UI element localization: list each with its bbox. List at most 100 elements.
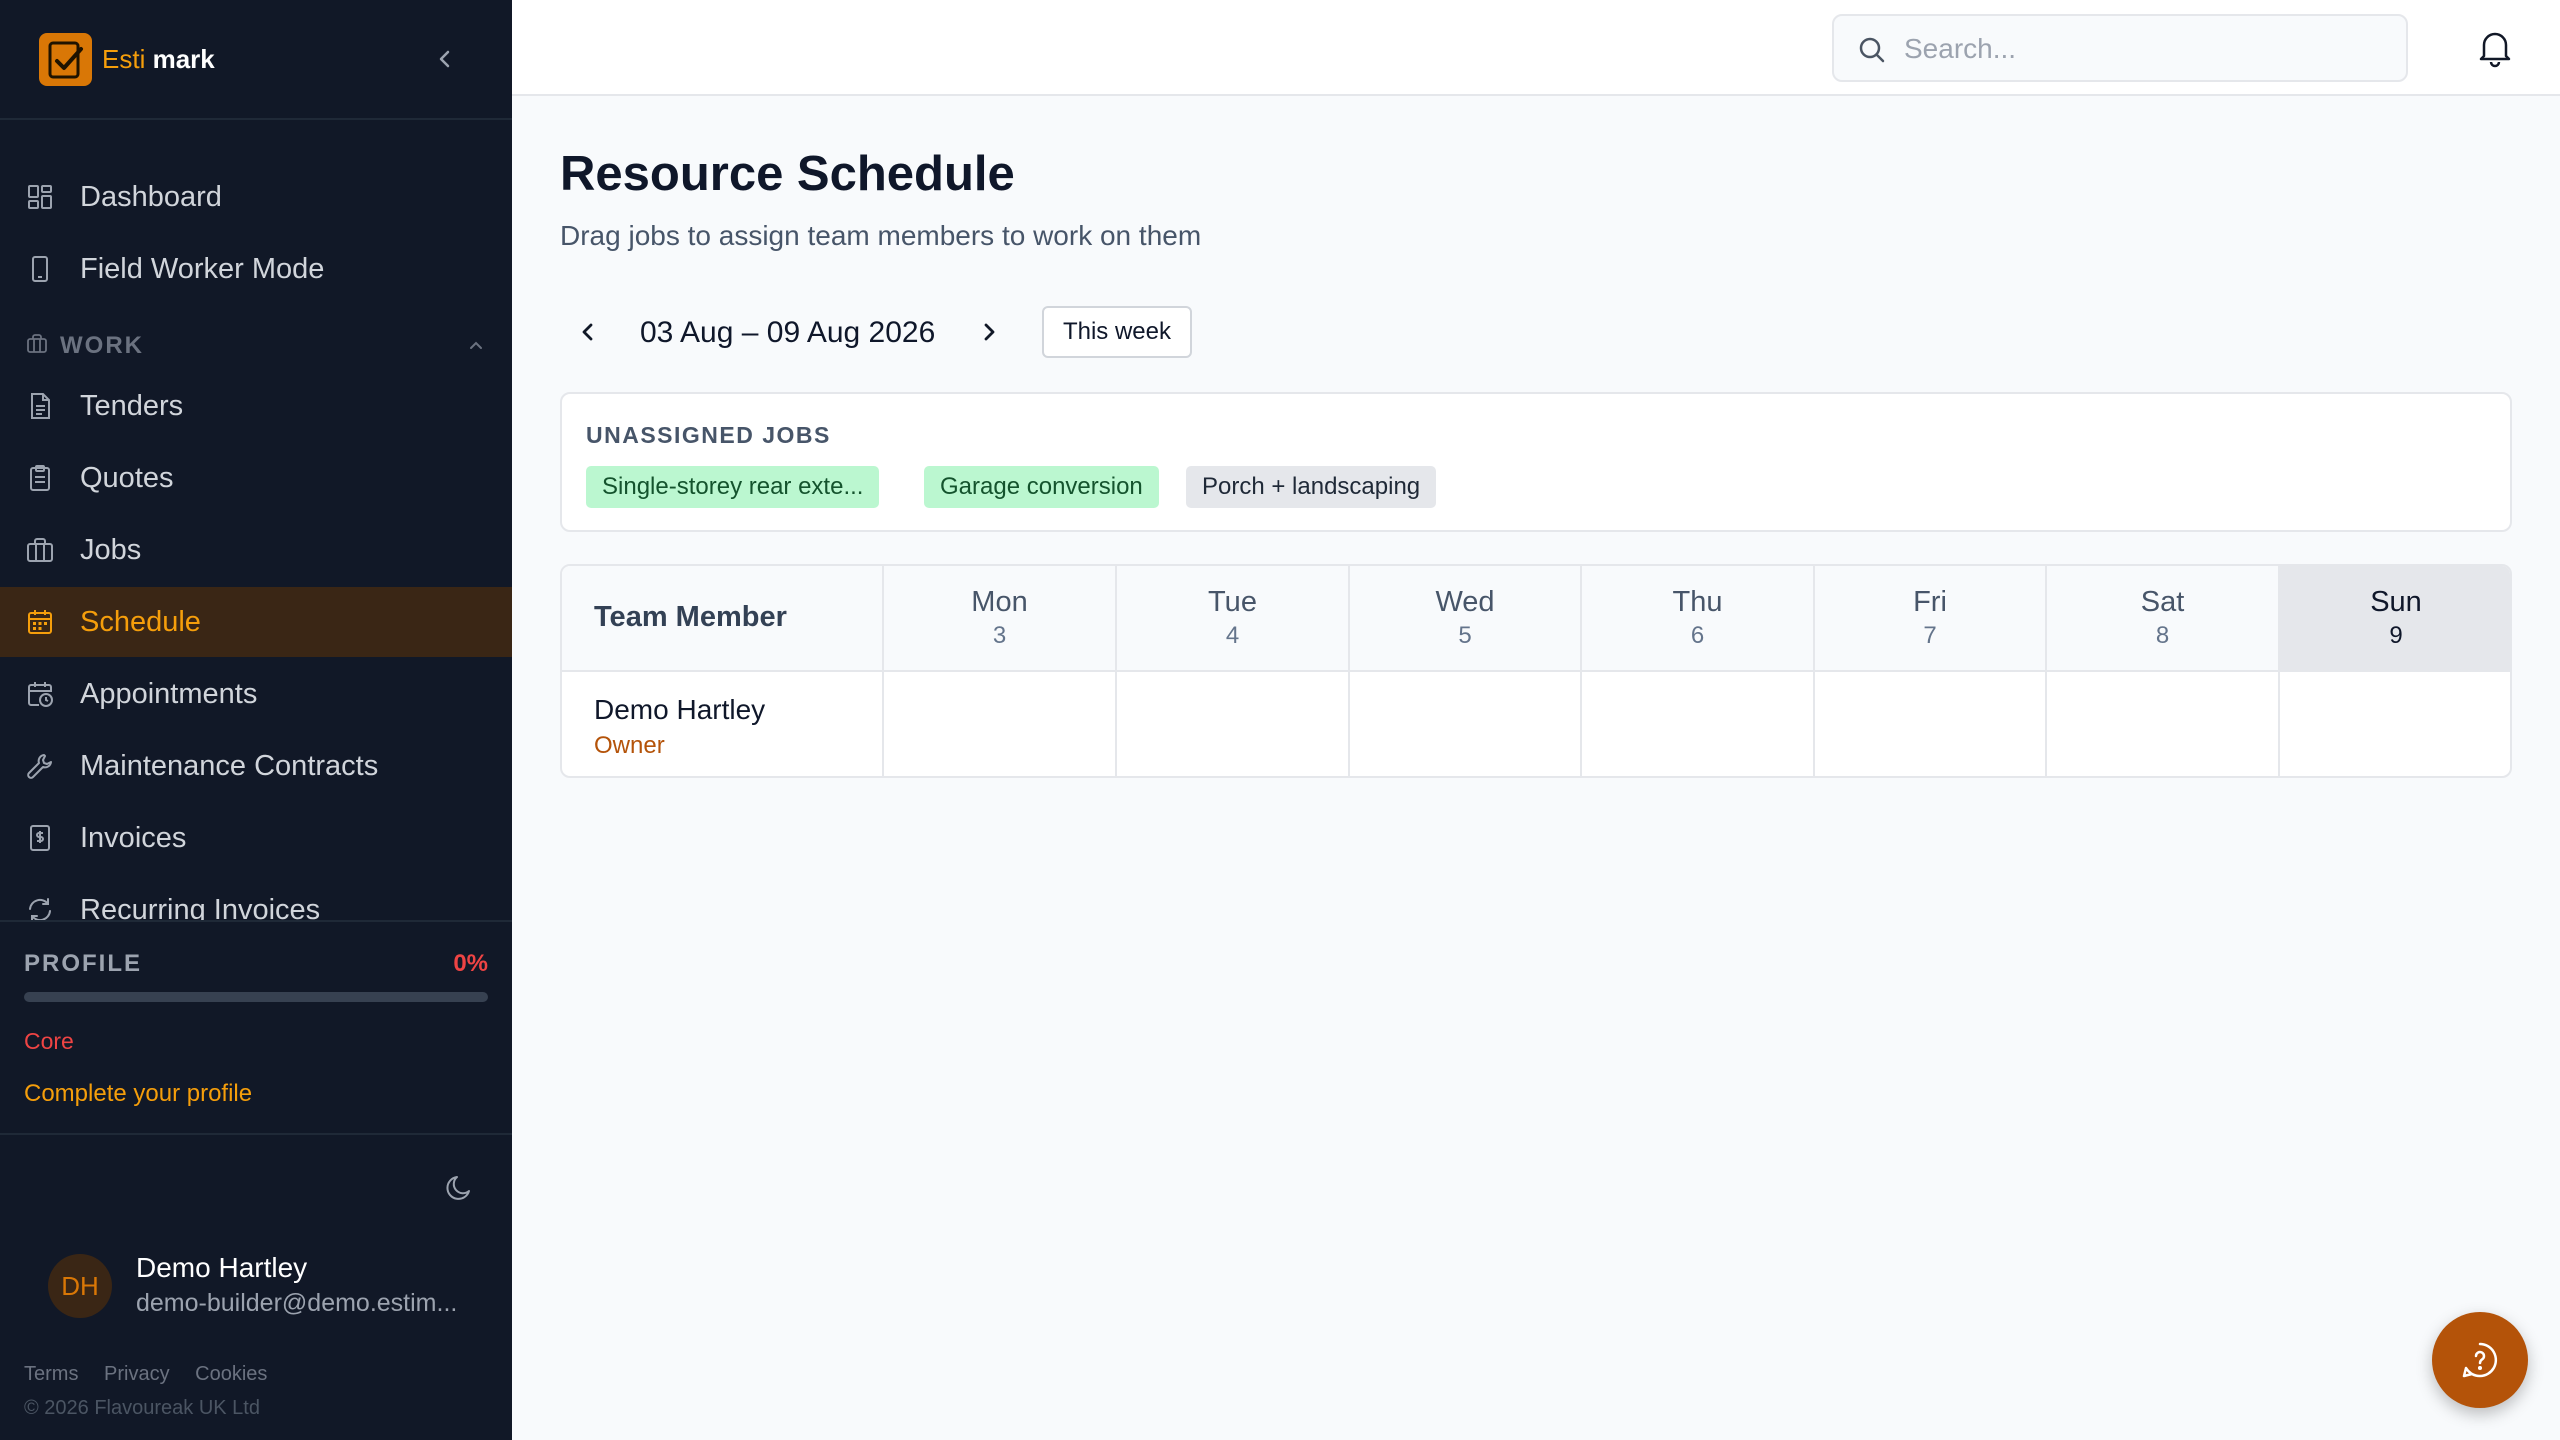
profile-progress-bar <box>24 992 488 1002</box>
grid-icon <box>25 182 55 212</box>
receipt-icon <box>25 823 55 853</box>
day-date: 7 <box>1923 622 1937 649</box>
day-date: 6 <box>1690 622 1705 649</box>
team-member-name: Demo Hartley <box>594 694 766 725</box>
sidebar-item-label: Invoices <box>80 821 187 854</box>
day-date: 4 <box>1225 622 1240 649</box>
sidebar-item-tenders[interactable]: Tenders <box>0 371 512 441</box>
document-icon <box>25 391 55 421</box>
day-date: 3 <box>992 622 1007 649</box>
page-title: Resource Schedule <box>560 147 1015 201</box>
phone-icon <box>25 254 55 284</box>
footer-links: Terms Privacy Cookies <box>24 1363 287 1386</box>
chat-help-icon <box>2462 1342 2498 1378</box>
user-name: Demo Hartley <box>136 1252 308 1283</box>
sidebar-nav: Dashboard Field Worker Mode WORK Tenders <box>0 140 512 920</box>
sidebar-item-appointments[interactable]: Appointments <box>0 659 512 729</box>
schedule-slot[interactable] <box>1815 672 2047 776</box>
profile-percent: 0% <box>453 950 488 977</box>
complete-profile-link[interactable]: Complete your profile <box>24 1080 252 1108</box>
brand-name[interactable]: Esti mark <box>102 44 215 75</box>
briefcase-icon <box>25 332 49 356</box>
theme-toggle-button[interactable] <box>443 1170 477 1204</box>
wrench-icon <box>25 751 55 781</box>
user-email: demo-builder@demo.estim... <box>136 1289 458 1317</box>
cookies-link[interactable]: Cookies <box>195 1363 267 1385</box>
sidebar-item-schedule[interactable]: Schedule <box>0 587 512 657</box>
search-icon <box>1856 34 1888 66</box>
search-input[interactable] <box>1904 28 2384 70</box>
schedule-slot[interactable] <box>2047 672 2280 776</box>
team-member-header: Team Member <box>562 566 884 672</box>
job-chip[interactable]: Porch + landscaping <box>1186 466 1437 508</box>
team-member-header-label: Team Member <box>594 601 787 633</box>
avatar[interactable]: DH <box>48 1254 112 1318</box>
unassigned-jobs-panel: UNASSIGNED JOBS Single-storey rear exte.… <box>560 392 2512 532</box>
sidebar-item-quotes[interactable]: Quotes <box>0 443 512 513</box>
calendar-clock-icon <box>25 679 55 709</box>
section-label: WORK <box>60 332 144 359</box>
sidebar-item-label: Schedule <box>80 605 201 638</box>
refresh-icon <box>25 895 55 920</box>
day-header-mon: Mon 3 <box>884 566 1117 672</box>
sidebar-item-field-worker-mode[interactable]: Field Worker Mode <box>0 234 512 304</box>
sidebar-item-label: Field Worker Mode <box>80 252 325 285</box>
profile-core-label: Core <box>24 1028 74 1054</box>
sidebar-item-dashboard[interactable]: Dashboard <box>0 162 512 232</box>
day-header-tue: Tue 4 <box>1117 566 1350 672</box>
sidebar-item-jobs[interactable]: Jobs <box>0 515 512 585</box>
schedule-slot[interactable] <box>884 672 1117 776</box>
sidebar-item-label: Quotes <box>80 461 174 494</box>
schedule-slot[interactable] <box>1117 672 1350 776</box>
sidebar-item-recurring-invoices[interactable]: Recurring Invoices <box>0 875 512 920</box>
sidebar-item-label: Recurring Invoices <box>80 893 321 921</box>
day-header-thu: Thu 6 <box>1582 566 1815 672</box>
sidebar-item-label: Tenders <box>80 389 184 422</box>
privacy-link[interactable]: Privacy <box>104 1363 170 1385</box>
copyright: © 2026 Flavoureak UK Ltd <box>24 1397 260 1419</box>
brand-name-part1: Esti <box>102 44 146 74</box>
next-week-button[interactable] <box>973 316 1005 348</box>
schedule-slot[interactable] <box>1582 672 1815 776</box>
day-name: Fri <box>1913 586 1947 618</box>
day-header-sat: Sat 8 <box>2047 566 2280 672</box>
section-header-work[interactable]: WORK <box>0 326 512 366</box>
notifications-button[interactable] <box>2472 24 2518 70</box>
schedule-slot[interactable] <box>1350 672 1582 776</box>
clipboard-icon <box>25 463 55 493</box>
day-header-wed: Wed 5 <box>1350 566 1582 672</box>
job-chip[interactable]: Single-storey rear exte... <box>586 466 880 508</box>
day-name: Sat <box>2140 586 2185 618</box>
profile-title: PROFILE <box>24 950 143 977</box>
chevron-left-icon <box>439 50 450 68</box>
chevron-right-icon <box>984 323 995 341</box>
collapse-sidebar-button[interactable] <box>430 44 460 74</box>
logo-icon[interactable] <box>39 33 92 86</box>
help-chat-button[interactable] <box>2432 1312 2528 1408</box>
sidebar-item-maintenance-contracts[interactable]: Maintenance Contracts <box>0 731 512 801</box>
this-week-button[interactable]: This week <box>1042 306 1192 358</box>
sidebar-item-label: Maintenance Contracts <box>80 749 379 782</box>
sidebar-item-label: Jobs <box>80 533 142 566</box>
day-name: Tue <box>1208 586 1257 618</box>
sidebar: Esti mark Dashboard Field Worker Mode WO… <box>0 0 512 1440</box>
brand-header: Esti mark <box>0 0 512 120</box>
day-header-fri: Fri 7 <box>1815 566 2047 672</box>
sidebar-item-label: Dashboard <box>80 180 222 213</box>
job-chip[interactable]: Garage conversion <box>924 466 1159 508</box>
schedule-slot[interactable] <box>2280 672 2510 776</box>
day-name: Sun <box>2370 586 2422 618</box>
day-name: Wed <box>1435 586 1495 618</box>
previous-week-button[interactable] <box>572 316 604 348</box>
week-range: 03 Aug – 09 Aug 2026 <box>640 316 936 349</box>
chevron-up-icon <box>465 334 487 356</box>
day-date: 9 <box>2389 622 2403 649</box>
schedule-grid: Team Member Mon 3 Tue 4 Wed 5 Thu 6 Fri … <box>560 564 2512 778</box>
day-name: Thu <box>1672 586 1723 618</box>
terms-link[interactable]: Terms <box>24 1363 78 1385</box>
sidebar-item-invoices[interactable]: Invoices <box>0 803 512 873</box>
calendar-icon <box>25 607 55 637</box>
day-date: 8 <box>2155 622 2170 649</box>
sidebar-item-label: Appointments <box>80 677 258 710</box>
search-box[interactable] <box>1832 14 2408 82</box>
